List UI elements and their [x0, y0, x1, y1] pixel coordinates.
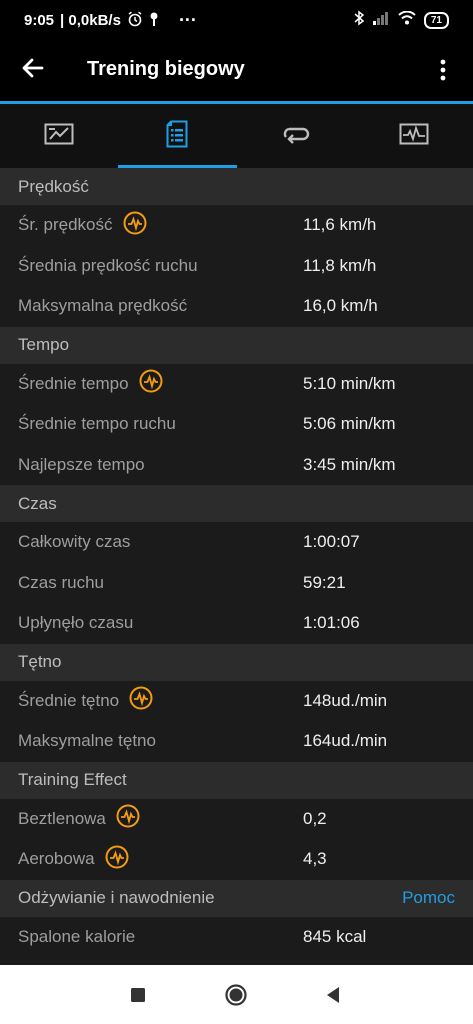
- list-item: Średnie tempo ruchu 5:06 min/km: [0, 404, 473, 445]
- wifi-icon: [398, 10, 416, 29]
- row-label: Całkowity czas: [18, 532, 131, 552]
- laps-loop-icon: [281, 123, 311, 150]
- list-item: Czas ruchu 59:21: [0, 563, 473, 604]
- list-item: Śr. prędkość 11,6 km/h: [0, 205, 473, 246]
- back-triangle-icon[interactable]: [317, 979, 349, 1011]
- row-value: 11,8 km/h: [303, 255, 377, 275]
- summary-chart-icon: [44, 123, 74, 150]
- back-arrow-icon[interactable]: [20, 55, 50, 85]
- row-value: 164ud./min: [303, 731, 388, 751]
- row-value: 845 kcal: [303, 926, 367, 946]
- list-item: Upłynęło czasu 1:01:06: [0, 603, 473, 644]
- section-header-speed: Prędkość: [0, 168, 473, 205]
- app-bar: Trening biegowy: [0, 38, 473, 101]
- section-title: Tempo: [18, 335, 70, 354]
- status-bar: 9:05 | 0,0kB/s ··· 71: [0, 0, 473, 38]
- battery-icon: 71: [423, 11, 449, 29]
- section-header-pace: Tempo: [0, 326, 473, 364]
- row-value: 11,6 km/h: [303, 215, 377, 235]
- section-title: Training Effect: [18, 770, 127, 789]
- heart-rate-zone-icon[interactable]: [139, 369, 163, 398]
- section-header-training-effect: Training Effect: [0, 761, 473, 799]
- row-label: Maksymalna prędkość: [18, 296, 188, 316]
- list-item: Średnie tempo 5:10 min/km: [0, 364, 473, 405]
- row-label: Śr. prędkość: [18, 215, 113, 235]
- list-item: Aerobowa 4,3: [0, 839, 473, 880]
- section-title: Prędkość: [18, 176, 89, 196]
- row-label: Średnie tętno: [18, 690, 120, 710]
- heart-rate-zone-icon[interactable]: [105, 845, 129, 874]
- row-label: Upłynęło czasu: [18, 613, 134, 633]
- row-label: Średnia prędkość ruchu: [18, 255, 198, 275]
- section-header-heart-rate: Tętno: [0, 643, 473, 681]
- row-label: Aerobowa: [18, 849, 95, 869]
- row-value: 148ud./min: [303, 690, 388, 710]
- home-icon[interactable]: [220, 979, 252, 1011]
- row-value: 1:00:07: [303, 532, 360, 552]
- heart-rate-zone-icon[interactable]: [116, 804, 140, 833]
- status-network-speed: | 0,0kB/s: [60, 12, 121, 29]
- row-value: 1:01:06: [303, 613, 360, 633]
- section-header-nutrition: Odżywianie i nawodnienie Pomoc: [0, 879, 473, 917]
- tab-graphs[interactable]: [355, 104, 473, 168]
- row-value: 5:10 min/km: [303, 373, 396, 393]
- row-value: 16,0 km/h: [303, 296, 378, 316]
- tab-summary[interactable]: [0, 104, 118, 168]
- help-link[interactable]: Pomoc: [402, 888, 455, 908]
- recent-apps-icon[interactable]: [122, 979, 154, 1011]
- bluetooth-icon: [354, 10, 365, 30]
- section-title: Tętno: [18, 652, 62, 671]
- list-item: Beztlenowa 0,2: [0, 799, 473, 840]
- row-label: Maksymalne tętno: [18, 731, 156, 751]
- notification-icon: [149, 11, 159, 31]
- section-title: Czas: [18, 493, 57, 513]
- row-label: Spalone kalorie: [18, 926, 136, 946]
- list-item: Spalone kalorie 845 kcal: [0, 917, 473, 958]
- row-value: 59:21: [303, 572, 346, 592]
- heart-rate-zone-icon[interactable]: [123, 211, 147, 240]
- tab-details[interactable]: [118, 104, 237, 168]
- system-nav-bar: [0, 965, 473, 1024]
- page-title: Trening biegowy: [87, 58, 245, 80]
- graph-icon: [399, 123, 429, 150]
- list-item: Średnia prędkość ruchu 11,8 km/h: [0, 246, 473, 287]
- list-item: Maksymalne tętno 164ud./min: [0, 721, 473, 762]
- list-item: Najlepsze tempo 3:45 min/km: [0, 445, 473, 486]
- row-label: Najlepsze tempo: [18, 454, 145, 474]
- row-value: 4,3: [303, 849, 327, 869]
- heart-rate-zone-icon[interactable]: [129, 686, 153, 715]
- list-item: Maksymalna prędkość 16,0 km/h: [0, 286, 473, 327]
- tab-bar: [0, 104, 473, 168]
- row-label: Średnie tempo: [18, 373, 129, 393]
- tab-laps[interactable]: [237, 104, 355, 168]
- row-label: Średnie tempo ruchu: [18, 414, 176, 434]
- row-value: 5:06 min/km: [303, 414, 396, 434]
- row-label: Czas ruchu: [18, 572, 104, 592]
- row-label: Beztlenowa: [18, 808, 106, 828]
- list-item: Całkowity czas 1:00:07: [0, 522, 473, 563]
- details-list[interactable]: Prędkość Śr. prędkość 11,6 km/h Średnia …: [0, 168, 473, 965]
- section-header-time: Czas: [0, 485, 473, 522]
- row-value: 0,2: [303, 808, 327, 828]
- more-vert-icon[interactable]: [427, 54, 459, 86]
- list-item: Średnie tętno 148ud./min: [0, 681, 473, 722]
- alarm-icon: [127, 11, 143, 31]
- status-time: 9:05: [24, 12, 55, 29]
- signal-icon: [372, 11, 390, 29]
- section-title: Odżywianie i nawodnienie: [18, 888, 215, 907]
- row-value: 3:45 min/km: [303, 454, 396, 474]
- document-list-icon: [166, 120, 188, 153]
- status-more-dots: ···: [178, 10, 197, 30]
